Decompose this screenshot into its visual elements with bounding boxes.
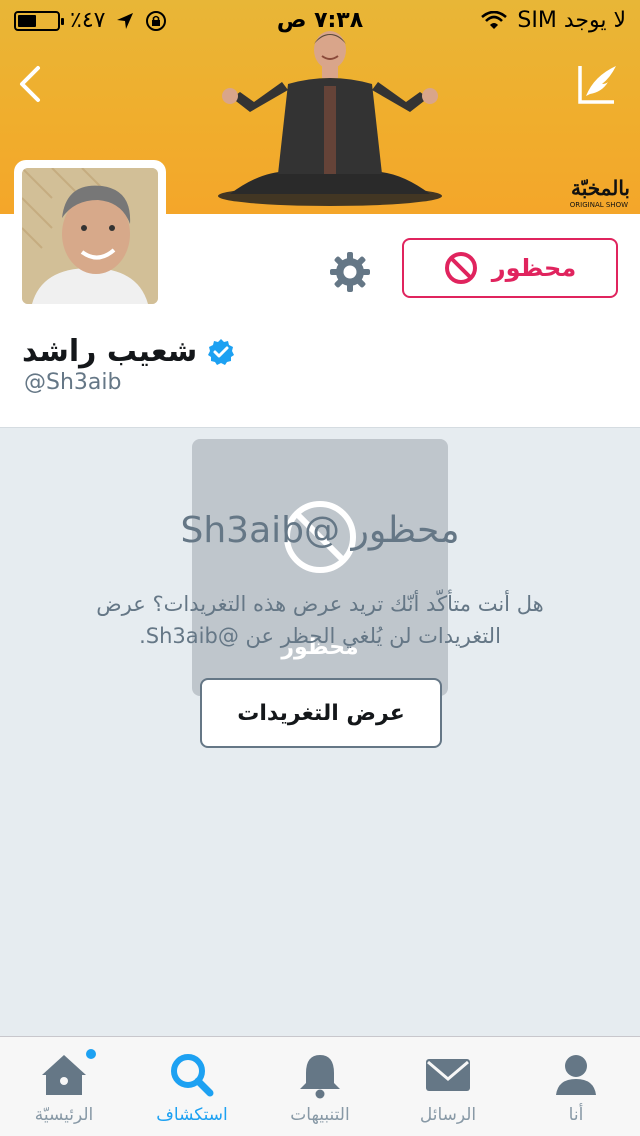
search-icon: [171, 1054, 214, 1097]
profile-handle: @Sh3aib: [24, 370, 122, 395]
blocked-button-label: محظور: [491, 254, 577, 282]
banner-figure-image: [218, 31, 442, 206]
envelope-icon: [426, 1059, 470, 1091]
chevron-left-icon: [20, 66, 40, 102]
gear-icon: [330, 252, 370, 292]
tab-home-label: الرئيسيّة: [34, 1105, 94, 1125]
block-icon: [444, 252, 477, 284]
tab-notifications[interactable]: التنبيهات: [256, 1037, 384, 1136]
profile-name: شعيب راشد: [22, 334, 198, 369]
blocked-placeholder-card: محظور: [192, 439, 448, 696]
avatar-photo: [22, 168, 158, 304]
tab-explore-label: استكشاف: [156, 1105, 228, 1125]
tab-messages-label: الرسائل: [419, 1105, 477, 1125]
compose-tweet-button[interactable]: [574, 62, 620, 106]
tab-messages[interactable]: الرسائل: [384, 1037, 512, 1136]
tab-home[interactable]: الرئيسيّة: [0, 1037, 128, 1136]
wifi-icon: [481, 10, 508, 29]
blocked-message: هل أنت متأكّد أنّك تريد عرض هذه التغريدا…: [96, 592, 544, 648]
bell-icon: [300, 1055, 340, 1099]
tab-bar: الرئيسيّة استكشاف التنبيهات الرسائل أنا: [0, 1036, 640, 1136]
tab-explore[interactable]: استكشاف: [128, 1037, 256, 1136]
compose-quill-icon: [578, 66, 616, 104]
show-logo-subtext: ORIGINAL SHOW: [569, 201, 628, 209]
show-logo: بالمخبّة ORIGINAL SHOW: [570, 176, 630, 210]
back-button[interactable]: [12, 64, 48, 104]
verified-badge-icon: [208, 338, 235, 365]
status-bar: ٪٤٧ ٧:٣٨ ص لا يوجد SIM: [0, 0, 640, 40]
tab-notifications-label: التنبيهات: [290, 1105, 350, 1125]
blocked-button[interactable]: محظور: [402, 238, 618, 298]
settings-button[interactable]: [328, 250, 372, 294]
home-icon: [42, 1055, 86, 1095]
carrier-text: لا يوجد SIM: [517, 8, 626, 33]
tab-me-label: أنا: [568, 1105, 584, 1125]
blocked-title: محظور @Sh3aib: [180, 510, 460, 551]
person-icon: [556, 1055, 596, 1095]
profile-name-row: شعيب راشد: [22, 334, 235, 369]
profile-avatar[interactable]: [14, 160, 166, 312]
view-tweets-button[interactable]: عرض التغريدات: [200, 678, 442, 748]
blocked-content-area: محظور محظور @Sh3aib هل أنت متأكّد أنّك ت…: [0, 428, 640, 1036]
show-logo-text: بالمخبّة: [571, 176, 630, 200]
home-notification-dot: [86, 1049, 96, 1059]
tab-me[interactable]: أنا: [512, 1037, 640, 1136]
